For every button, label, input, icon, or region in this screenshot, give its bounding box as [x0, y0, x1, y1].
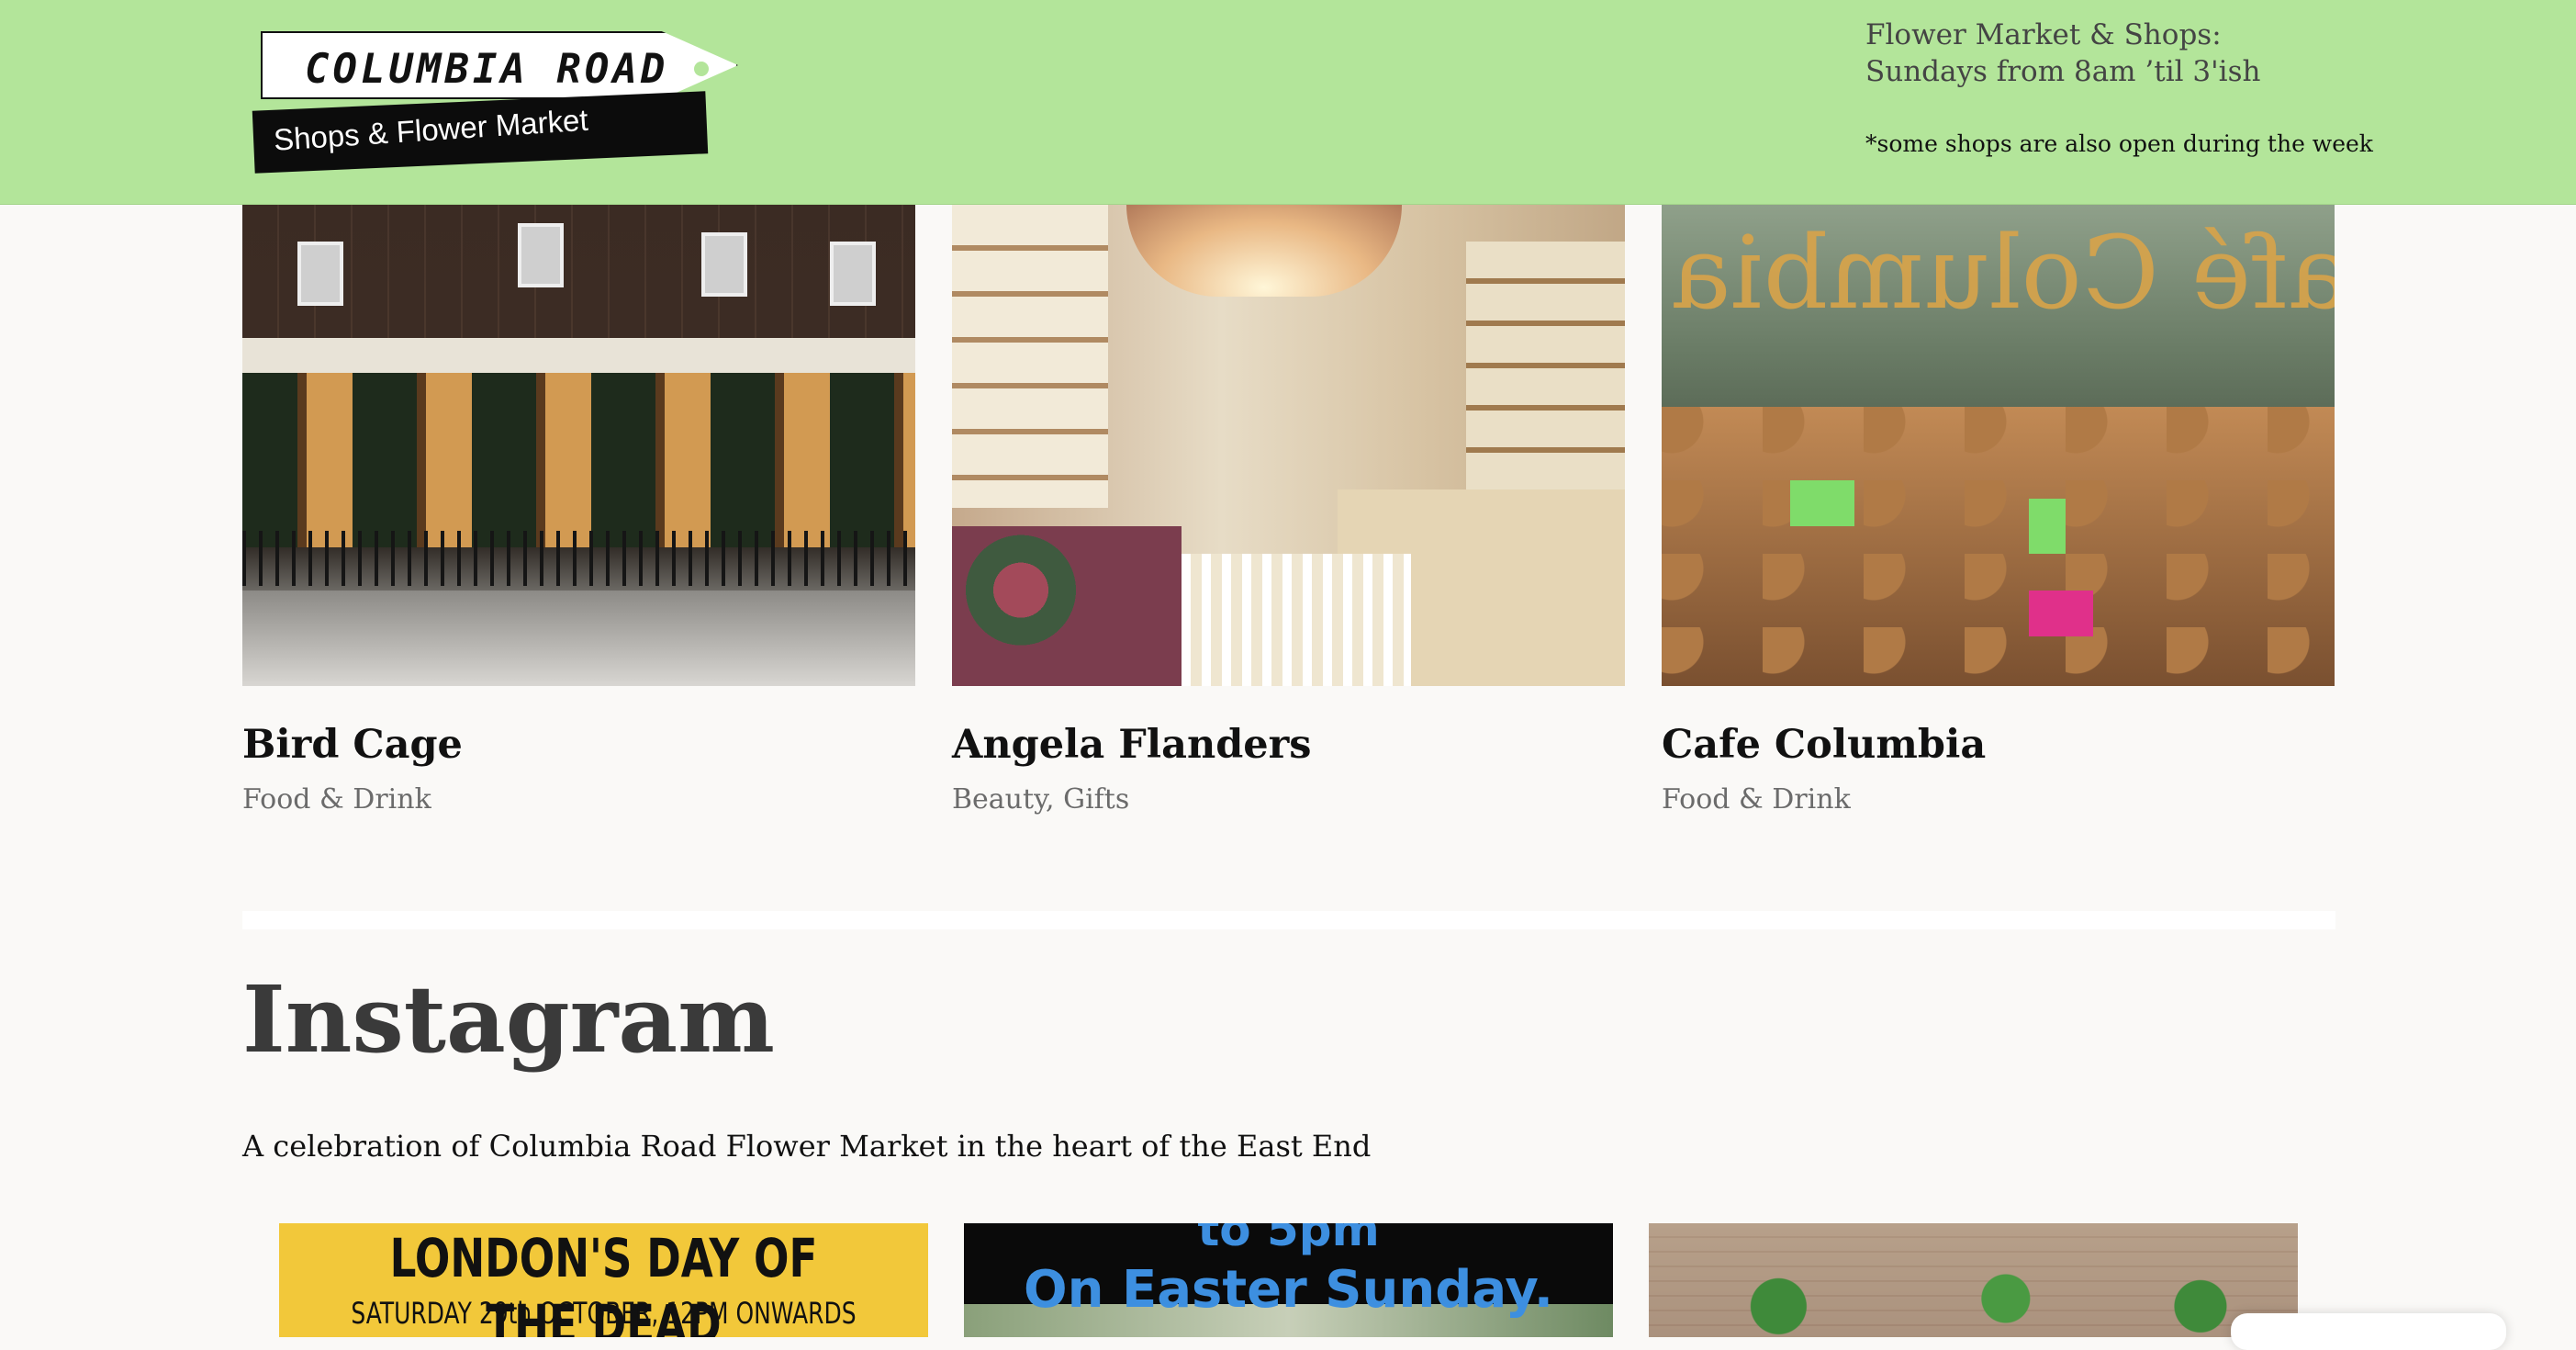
logo-title: COLUMBIA ROAD — [305, 46, 669, 93]
floating-widget[interactable] — [2231, 1313, 2506, 1350]
instagram-post[interactable] — [1649, 1223, 2298, 1337]
shop-shelves — [1466, 242, 1625, 517]
post-line: On Easter Sunday. — [1023, 1260, 1554, 1320]
pub-window — [701, 232, 747, 297]
site-logo[interactable]: COLUMBIA ROAD Shops & Flower Market — [248, 28, 790, 174]
price-tag — [2029, 499, 2066, 554]
shop-image[interactable]: Café Columbia — [1662, 205, 2335, 686]
instagram-post[interactable]: to 5pm On Easter Sunday. — [964, 1223, 1613, 1337]
shop-category[interactable]: Beauty, Gifts — [952, 782, 1625, 818]
shop-name[interactable]: Cafe Columbia — [1662, 719, 2335, 771]
logo-flag: COLUMBIA ROAD — [261, 31, 738, 99]
perfume-bottles — [1182, 554, 1411, 686]
instagram-heading: Instagram — [242, 965, 775, 1074]
shop-name[interactable]: Bird Cage — [242, 719, 915, 771]
shop-name[interactable]: Angela Flanders — [952, 719, 1625, 771]
shop-card-cafe-columbia[interactable]: Café Columbia Cafe Columbia Food & Drink — [1662, 205, 2335, 818]
pub-window — [518, 223, 564, 287]
shop-lamp — [1126, 205, 1402, 297]
opening-hours: Flower Market & Shops: Sundays from 8am … — [1865, 17, 2373, 157]
hours-times: Sundays from 8am ’til 3'ish — [1865, 55, 2261, 88]
shop-list: Bird Cage Food & Drink Angela Flanders B… — [242, 205, 2335, 848]
shop-shelves — [952, 205, 1108, 508]
pub-sign — [242, 338, 915, 373]
section-divider — [242, 911, 2335, 929]
shop-image[interactable] — [952, 205, 1625, 686]
cafe-window-lettering: Café Columbia — [1671, 214, 2335, 332]
instagram-description: A celebration of Columbia Road Flower Ma… — [242, 1129, 1372, 1164]
shop-image[interactable] — [242, 205, 915, 686]
pub-road — [242, 591, 915, 686]
shop-category[interactable]: Food & Drink — [1662, 782, 2335, 818]
price-tag — [2029, 591, 2093, 636]
logo-dot — [694, 62, 709, 76]
shop-card-bird-cage[interactable]: Bird Cage Food & Drink — [242, 205, 915, 818]
bagel-display — [1662, 407, 2335, 686]
hours-heading: Flower Market & Shops: — [1865, 18, 2222, 51]
instagram-post[interactable]: LONDON'S DAY OF THE DEAD SATURDAY 29th O… — [279, 1223, 928, 1337]
shop-table — [952, 526, 1182, 686]
pub-frontage — [242, 373, 915, 547]
logo-strip: Shops & Flower Market — [252, 91, 709, 174]
shop-card-angela-flanders[interactable]: Angela Flanders Beauty, Gifts — [952, 205, 1625, 818]
post-subline: SATURDAY 29th OCTOBER, 12PM ONWARDS — [351, 1296, 857, 1331]
pub-window — [830, 242, 876, 306]
post-line: to 5pm — [1197, 1223, 1380, 1256]
site-header: COLUMBIA ROAD Shops & Flower Market Flow… — [0, 0, 2576, 205]
instagram-feed: LONDON'S DAY OF THE DEAD SATURDAY 29th O… — [279, 1223, 2299, 1337]
hours-note: *some shops are also open during the wee… — [1865, 130, 2373, 157]
price-tag — [1790, 480, 1854, 526]
shop-category[interactable]: Food & Drink — [242, 782, 915, 818]
pub-railing — [242, 531, 915, 586]
logo-subtitle: Shops & Flower Market — [272, 102, 589, 157]
pub-window — [297, 242, 343, 306]
post-photo-plants — [1649, 1260, 2298, 1337]
